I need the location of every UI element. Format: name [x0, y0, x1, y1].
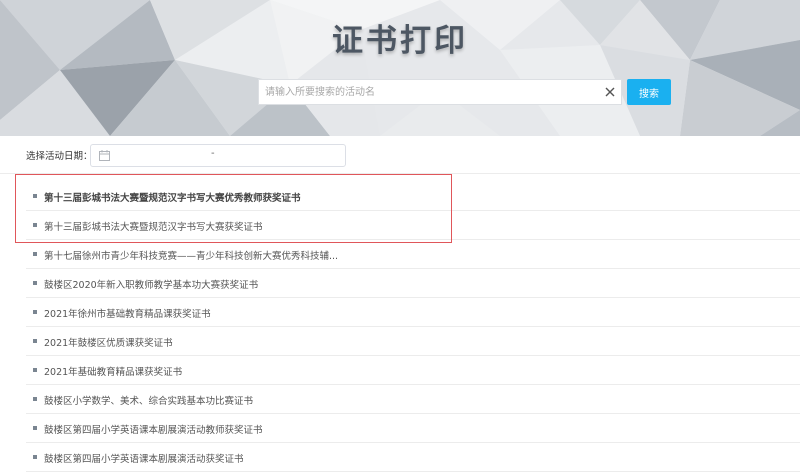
list-item[interactable]: 第十三届彭城书法大赛暨规范汉字书写大赛获奖证书 [26, 211, 800, 240]
certificate-list: 第十三届彭城书法大赛暨规范汉字书写大赛优秀教师获奖证书 第十三届彭城书法大赛暨规… [26, 182, 800, 472]
bullet-icon [33, 281, 37, 285]
certificate-link[interactable]: 鼓楼区小学数学、美术、综合实践基本功比赛证书 [44, 393, 253, 407]
list-item[interactable]: 2021年鼓楼区优质课获奖证书 [26, 327, 800, 356]
bullet-icon [33, 397, 37, 401]
calendar-icon [99, 150, 110, 161]
bullet-icon [33, 310, 37, 314]
bullet-icon [33, 223, 37, 227]
bullet-icon [33, 252, 37, 256]
certificate-link[interactable]: 2021年徐州市基础教育精品课获奖证书 [44, 306, 211, 320]
certificate-link[interactable]: 2021年鼓楼区优质课获奖证书 [44, 335, 173, 349]
search-button[interactable]: 搜索 [627, 79, 671, 105]
bullet-icon [33, 194, 37, 198]
certificate-link[interactable]: 第十三届彭城书法大赛暨规范汉字书写大赛优秀教师获奖证书 [44, 190, 301, 204]
list-item[interactable]: 第十七届徐州市青少年科技竞赛——青少年科技创新大赛优秀科技辅... [26, 240, 800, 269]
certificate-link[interactable]: 鼓楼区第四届小学英语课本剧展演活动教师获奖证书 [44, 422, 263, 436]
date-filter-label: 选择活动日期： [26, 151, 93, 162]
date-filter-row: 选择活动日期： - [0, 138, 800, 174]
list-item[interactable]: 第十三届彭城书法大赛暨规范汉字书写大赛优秀教师获奖证书 [26, 182, 800, 211]
date-range-separator: - [211, 148, 215, 159]
search-box [258, 79, 622, 105]
certificate-link[interactable]: 2021年基础教育精品课获奖证书 [44, 364, 182, 378]
date-range-picker[interactable]: - [90, 144, 346, 167]
bullet-icon [33, 339, 37, 343]
search-input[interactable] [259, 80, 599, 104]
list-item[interactable]: 鼓楼区小学数学、美术、综合实践基本功比赛证书 [26, 385, 800, 414]
list-item[interactable]: 2021年基础教育精品课获奖证书 [26, 356, 800, 385]
certificate-link[interactable]: 鼓楼区第四届小学英语课本剧展演活动获奖证书 [44, 451, 244, 465]
bullet-icon [33, 426, 37, 430]
page-title: 证书打印 [332, 23, 468, 59]
certificate-link[interactable]: 第十三届彭城书法大赛暨规范汉字书写大赛获奖证书 [44, 219, 263, 233]
bullet-icon [33, 368, 37, 372]
list-item[interactable]: 鼓楼区第四届小学英语课本剧展演活动教师获奖证书 [26, 414, 800, 443]
list-item[interactable]: 2021年徐州市基础教育精品课获奖证书 [26, 298, 800, 327]
certificate-link[interactable]: 鼓楼区2020年新入职教师教学基本功大赛获奖证书 [44, 277, 258, 291]
bullet-icon [33, 455, 37, 459]
close-icon[interactable] [603, 85, 617, 99]
list-item[interactable]: 鼓楼区2020年新入职教师教学基本功大赛获奖证书 [26, 269, 800, 298]
certificate-link[interactable]: 第十七届徐州市青少年科技竞赛——青少年科技创新大赛优秀科技辅... [44, 248, 338, 262]
hero-banner: 证书打印 搜索 [0, 0, 800, 136]
